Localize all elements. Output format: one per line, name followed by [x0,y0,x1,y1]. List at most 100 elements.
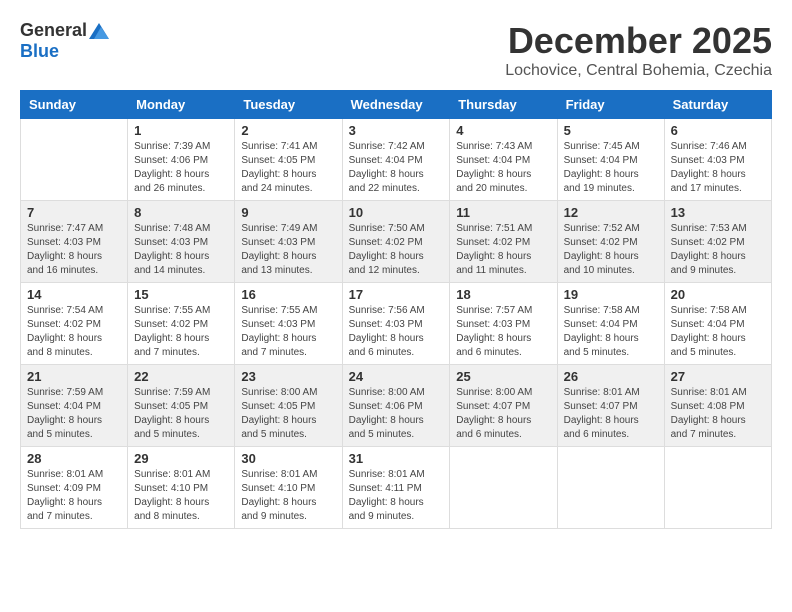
calendar-cell: 4Sunrise: 7:43 AM Sunset: 4:04 PM Daylig… [450,119,557,201]
day-info: Sunrise: 7:39 AM Sunset: 4:06 PM Dayligh… [134,140,228,196]
calendar-cell: 17 Sunrise: 7:56 AM Sunset: 4:03 PM Dayli… [342,283,450,365]
day-number: 23 [241,369,335,384]
calendar-header-monday: Monday [128,91,235,119]
calendar-header-sunday: Sunday [21,91,128,119]
day-number: 15 [134,287,228,302]
day-number: 1 [134,123,228,138]
day-info: Sunrise: 7:56 AM Sunset: 4:03 PM Dayligh… [349,304,444,360]
day-info: Sunrise: 7:59 AM Sunset: 4:04 PM Dayligh… [27,386,121,442]
day-info: Sunrise: 7:58 AM Sunset: 4:04 PM Dayligh… [564,304,658,360]
day-info: Sunrise: 7:47 AM Sunset: 4:03 PM Dayligh… [27,222,121,278]
day-number: 30 [241,451,335,466]
day-info: Sunrise: 7:42 AM Sunset: 4:04 PM Dayligh… [349,140,444,196]
day-number: 6 [671,123,765,138]
day-info: Sunrise: 8:01 AM Sunset: 4:08 PM Dayligh… [671,386,765,442]
calendar-cell: 3 Sunrise: 7:42 AM Sunset: 4:04 PM Daylig… [342,119,450,201]
day-number: 7 [27,205,121,220]
day-info: Sunrise: 7:48 AM Sunset: 4:03 PM Dayligh… [134,222,228,278]
day-number: 13 [671,205,765,220]
day-number: 17 [349,287,444,302]
calendar-cell: 21Sunrise: 7:59 AM Sunset: 4:04 PM Dayli… [21,365,128,447]
calendar-cell: 19 Sunrise: 7:58 AM Sunset: 4:04 PM Dayli… [557,283,664,365]
day-info: Sunrise: 8:01 AM Sunset: 4:11 PM Dayligh… [349,468,444,524]
day-info: Sunrise: 7:45 AM Sunset: 4:04 PM Dayligh… [564,140,658,196]
calendar-week-row: 28Sunrise: 8:01 AM Sunset: 4:09 PM Dayli… [21,447,772,529]
calendar-week-row: 21Sunrise: 7:59 AM Sunset: 4:04 PM Dayli… [21,365,772,447]
day-number: 2 [241,123,335,138]
day-info: Sunrise: 7:52 AM Sunset: 4:02 PM Dayligh… [564,222,658,278]
calendar-cell: 5 Sunrise: 7:45 AM Sunset: 4:04 PM Daylig… [557,119,664,201]
day-number: 20 [671,287,765,302]
calendar-header-row: SundayMondayTuesdayWednesdayThursdayFrid… [21,91,772,119]
day-number: 11 [456,205,550,220]
calendar-cell [664,447,771,529]
day-info: Sunrise: 7:55 AM Sunset: 4:03 PM Dayligh… [241,304,335,360]
calendar-header-friday: Friday [557,91,664,119]
calendar-week-row: 1 Sunrise: 7:39 AM Sunset: 4:06 PM Daylig… [21,119,772,201]
day-number: 31 [349,451,444,466]
logo-icon [89,23,109,39]
calendar-cell: 29Sunrise: 8:01 AM Sunset: 4:10 PM Dayli… [128,447,235,529]
day-number: 27 [671,369,765,384]
day-info: Sunrise: 7:53 AM Sunset: 4:02 PM Dayligh… [671,222,765,278]
calendar-cell [450,447,557,529]
calendar-cell: 9Sunrise: 7:49 AM Sunset: 4:03 PM Daylig… [235,201,342,283]
day-number: 3 [349,123,444,138]
calendar-week-row: 14 Sunrise: 7:54 AM Sunset: 4:02 PM Dayli… [21,283,772,365]
calendar-table: SundayMondayTuesdayWednesdayThursdayFrid… [20,90,772,529]
day-number: 10 [349,205,444,220]
day-info: Sunrise: 7:51 AM Sunset: 4:02 PM Dayligh… [456,222,550,278]
calendar-header-tuesday: Tuesday [235,91,342,119]
calendar-cell: 12 Sunrise: 7:52 AM Sunset: 4:02 PM Dayli… [557,201,664,283]
calendar-cell: 6Sunrise: 7:46 AM Sunset: 4:03 PM Daylig… [664,119,771,201]
day-number: 26 [564,369,658,384]
day-number: 5 [564,123,658,138]
day-number: 25 [456,369,550,384]
day-info: Sunrise: 8:00 AM Sunset: 4:05 PM Dayligh… [241,386,335,442]
calendar-cell [557,447,664,529]
day-info: Sunrise: 7:54 AM Sunset: 4:02 PM Dayligh… [27,304,121,360]
calendar-cell: 30 Sunrise: 8:01 AM Sunset: 4:10 PM Dayli… [235,447,342,529]
calendar-cell: 27 Sunrise: 8:01 AM Sunset: 4:08 PM Dayli… [664,365,771,447]
calendar-cell: 11 Sunrise: 7:51 AM Sunset: 4:02 PM Dayli… [450,201,557,283]
day-info: Sunrise: 7:50 AM Sunset: 4:02 PM Dayligh… [349,222,444,278]
location-title: Lochovice, Central Bohemia, Czechia [505,62,772,80]
calendar-header-wednesday: Wednesday [342,91,450,119]
calendar-week-row: 7 Sunrise: 7:47 AM Sunset: 4:03 PM Daylig… [21,201,772,283]
month-title: December 2025 [505,20,772,62]
day-info: Sunrise: 7:57 AM Sunset: 4:03 PM Dayligh… [456,304,550,360]
calendar-cell: 20 Sunrise: 7:58 AM Sunset: 4:04 PM Dayli… [664,283,771,365]
day-number: 16 [241,287,335,302]
calendar-cell: 1 Sunrise: 7:39 AM Sunset: 4:06 PM Daylig… [128,119,235,201]
title-area: December 2025 Lochovice, Central Bohemia… [505,20,772,80]
calendar-cell: 28Sunrise: 8:01 AM Sunset: 4:09 PM Dayli… [21,447,128,529]
logo: General Blue [20,20,109,62]
logo-blue-text: Blue [20,41,59,62]
day-number: 8 [134,205,228,220]
day-number: 14 [27,287,121,302]
day-info: Sunrise: 8:01 AM Sunset: 4:10 PM Dayligh… [241,468,335,524]
calendar-cell [21,119,128,201]
calendar-cell: 22 Sunrise: 7:59 AM Sunset: 4:05 PM Dayli… [128,365,235,447]
calendar-cell: 2Sunrise: 7:41 AM Sunset: 4:05 PM Daylig… [235,119,342,201]
calendar-cell: 24Sunrise: 8:00 AM Sunset: 4:06 PM Dayli… [342,365,450,447]
calendar-cell: 15 Sunrise: 7:55 AM Sunset: 4:02 PM Dayli… [128,283,235,365]
day-number: 29 [134,451,228,466]
calendar-header-thursday: Thursday [450,91,557,119]
day-number: 22 [134,369,228,384]
calendar-cell: 31 Sunrise: 8:01 AM Sunset: 4:11 PM Dayli… [342,447,450,529]
calendar-cell: 18Sunrise: 7:57 AM Sunset: 4:03 PM Dayli… [450,283,557,365]
day-number: 9 [241,205,335,220]
day-info: Sunrise: 7:59 AM Sunset: 4:05 PM Dayligh… [134,386,228,442]
day-info: Sunrise: 7:58 AM Sunset: 4:04 PM Dayligh… [671,304,765,360]
day-number: 12 [564,205,658,220]
day-info: Sunrise: 8:01 AM Sunset: 4:07 PM Dayligh… [564,386,658,442]
day-info: Sunrise: 7:55 AM Sunset: 4:02 PM Dayligh… [134,304,228,360]
day-info: Sunrise: 8:00 AM Sunset: 4:06 PM Dayligh… [349,386,444,442]
calendar-cell: 13 Sunrise: 7:53 AM Sunset: 4:02 PM Dayli… [664,201,771,283]
day-number: 19 [564,287,658,302]
day-info: Sunrise: 8:00 AM Sunset: 4:07 PM Dayligh… [456,386,550,442]
calendar-cell: 7 Sunrise: 7:47 AM Sunset: 4:03 PM Daylig… [21,201,128,283]
calendar-header-saturday: Saturday [664,91,771,119]
page-header: General Blue December 2025 Lochovice, Ce… [20,20,772,80]
